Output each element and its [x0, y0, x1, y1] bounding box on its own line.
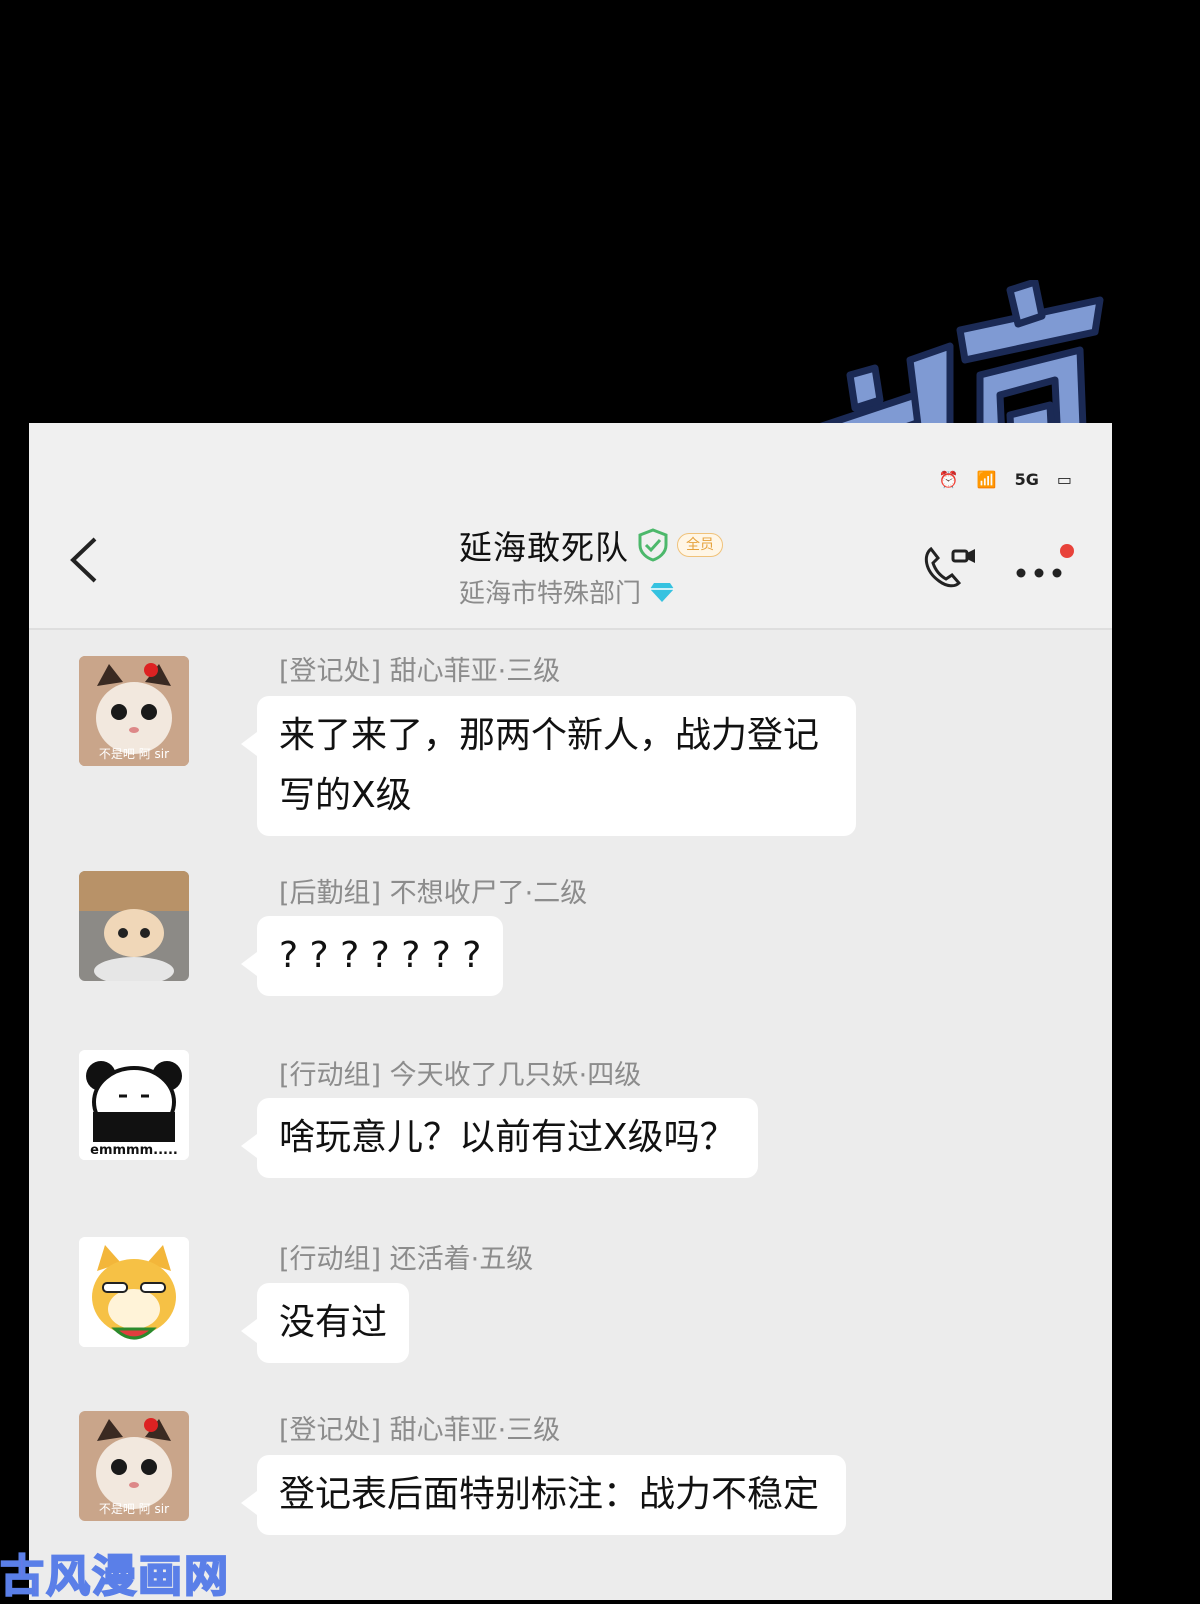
- avatar-caption: 不是吧 阿 sir: [99, 1502, 169, 1516]
- avatar-kitten-box[interactable]: [79, 871, 189, 981]
- sender-name: [登记处] 甜心菲亚·三级: [279, 656, 561, 687]
- diamond-icon: [650, 582, 675, 602]
- chat-title-block: 延海敢死队 全员 延海市特殊部门: [459, 521, 723, 610]
- alarm-icon: ⏰: [938, 469, 959, 489]
- message-bubble[interactable]: 登记表后面特别标注：战力不稳定: [241, 1455, 846, 1535]
- sender-name: [后勤组] 不想收尸了·二级: [279, 878, 588, 909]
- all-members-badge: 全员: [677, 533, 723, 557]
- wifi-icon: 📶: [976, 469, 997, 489]
- status-bar: ⏰ 📶 5G ▭: [939, 463, 1072, 495]
- avatar-panda-emmm[interactable]: emmmm.....: [79, 1050, 189, 1160]
- verified-shield-icon: [638, 528, 668, 562]
- group-title: 延海敢死队: [459, 528, 629, 567]
- sender-name: [行动组] 今天收了几只妖·四级: [279, 1060, 642, 1091]
- voice-call-icon[interactable]: [919, 541, 979, 591]
- message-bubble[interactable]: 啥玩意儿？以前有过X级吗？: [241, 1098, 758, 1178]
- more-options-icon[interactable]: [1009, 541, 1079, 591]
- avatar-caption: emmmm.....: [90, 1143, 178, 1158]
- notification-dot: [1060, 544, 1074, 558]
- message-bubble[interactable]: 没有过: [240, 1283, 410, 1363]
- group-subtitle: 延海市特殊部门: [459, 579, 642, 609]
- message-bubble[interactable]: ? ? ? ? ? ? ?: [240, 916, 504, 996]
- sender-name: [登记处] 甜心菲亚·三级: [279, 1415, 561, 1446]
- avatar-shiba-watermelon[interactable]: [79, 1237, 189, 1347]
- chat-header: ⏰ 📶 5G ▭ 延海敢死队 全员 延海市特殊部门: [29, 423, 1112, 630]
- avatar-cat-sir[interactable]: 不是吧 阿 sir: [79, 1411, 189, 1521]
- avatar-cat-sir[interactable]: 不是吧 阿 sir: [79, 656, 189, 766]
- avatar-caption: 不是吧 阿 sir: [99, 747, 169, 761]
- back-arrow-icon[interactable]: [69, 535, 99, 585]
- network-label: 5G: [1014, 469, 1039, 489]
- message-bubble[interactable]: 来了来了，那两个新人，战力登记写的X级: [241, 696, 856, 836]
- sender-name: [行动组] 还活着·五级: [279, 1244, 534, 1275]
- battery-icon: ▭: [1056, 469, 1072, 489]
- site-watermark: 古风漫画网: [0, 1550, 230, 1603]
- chat-screen: ⏰ 📶 5G ▭ 延海敢死队 全员 延海市特殊部门 不是吧 阿 sir [登记处…: [29, 423, 1112, 1600]
